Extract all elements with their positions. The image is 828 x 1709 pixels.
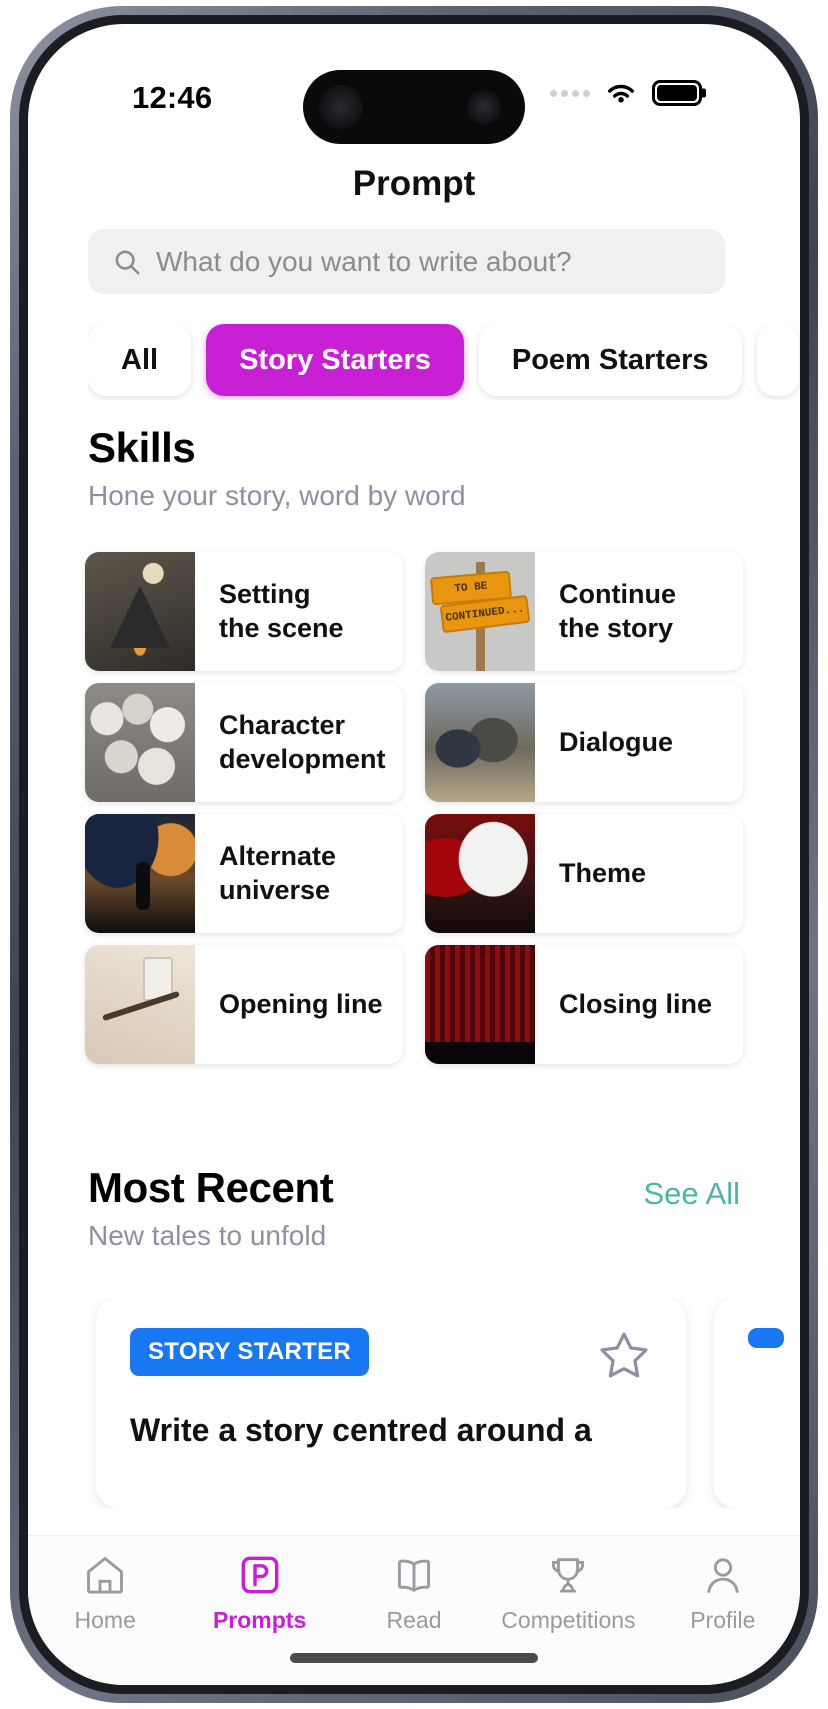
skill-card-alternate-universe[interactable]: Alternate universe bbox=[85, 814, 403, 933]
search-input[interactable]: What do you want to write about? bbox=[88, 229, 725, 294]
search-icon bbox=[115, 250, 140, 274]
filter-chip-all[interactable]: All bbox=[88, 324, 192, 396]
skill-card-closing-line[interactable]: Closing line bbox=[425, 945, 743, 1064]
skills-grid: Setting the scene TO BE CONTINUED... Cont… bbox=[28, 552, 800, 1064]
book-icon bbox=[398, 1559, 431, 1592]
front-camera-icon bbox=[319, 85, 363, 129]
status-indicators bbox=[550, 80, 702, 106]
prompt-text: Write a story centred around a bbox=[130, 1412, 592, 1448]
astronaut-space-thumb bbox=[85, 814, 195, 933]
tab-label: Home bbox=[74, 1607, 136, 1633]
skills-section-header: Skills Hone your story, word by word bbox=[28, 424, 800, 512]
status-badge: STORY STARTER bbox=[130, 1328, 370, 1376]
skill-card-opening-line[interactable]: Opening line bbox=[85, 945, 403, 1064]
skill-label: Closing line bbox=[559, 988, 713, 1019]
tab-home[interactable]: Home bbox=[28, 1552, 182, 1634]
phone-screen: 12:46 Prompt What do you want to write a… bbox=[28, 24, 800, 1685]
status-badge bbox=[748, 1328, 784, 1348]
home-indicator bbox=[290, 1653, 538, 1663]
skill-label: Setting the scene bbox=[219, 578, 344, 643]
face-id-sensor-icon bbox=[467, 90, 501, 124]
skill-label: Alternate universe bbox=[219, 840, 337, 905]
crowd-of-faces-thumb bbox=[85, 683, 195, 802]
skill-label: Continue the story bbox=[559, 578, 676, 643]
prompt-card[interactable]: STORY STARTER Write a story centred arou… bbox=[96, 1298, 686, 1508]
wifi-icon bbox=[608, 84, 634, 103]
tab-read[interactable]: Read bbox=[337, 1552, 491, 1634]
tab-competitions[interactable]: Competitions bbox=[491, 1552, 645, 1634]
prompt-card-top bbox=[748, 1328, 800, 1348]
tab-prompts[interactable]: Prompts bbox=[182, 1552, 336, 1634]
page-title: Prompt bbox=[352, 164, 476, 203]
see-all-link[interactable]: See All bbox=[643, 1176, 740, 1212]
content-fade bbox=[28, 1509, 800, 1535]
tab-label: Profile bbox=[690, 1607, 756, 1633]
dragon-battle-thumb bbox=[425, 814, 535, 933]
skills-title: Skills bbox=[88, 424, 196, 471]
tab-profile[interactable]: Profile bbox=[646, 1552, 800, 1634]
prompt-card-top: STORY STARTER bbox=[130, 1328, 652, 1384]
recent-title: Most Recent bbox=[88, 1164, 334, 1211]
filter-chip-story-starters[interactable]: Story Starters bbox=[206, 324, 464, 396]
search-placeholder: What do you want to write about? bbox=[156, 245, 572, 277]
skill-card-theme[interactable]: Theme bbox=[425, 814, 743, 933]
status-bar: 12:46 bbox=[28, 24, 800, 146]
two-people-talking-thumb bbox=[425, 683, 535, 802]
status-time: 12:46 bbox=[132, 80, 213, 115]
scroll-content[interactable]: Skills Hone your story, word by word Set… bbox=[28, 424, 800, 1685]
desk-notebook-thumb bbox=[85, 945, 195, 1064]
skill-card-character-development[interactable]: Character development bbox=[85, 683, 403, 802]
tab-label: Read bbox=[386, 1607, 442, 1633]
phone-frame: 12:46 Prompt What do you want to write a… bbox=[10, 6, 818, 1703]
filter-chip-next-partial[interactable] bbox=[756, 324, 799, 396]
prompts-p-icon bbox=[241, 1556, 279, 1594]
recent-prompts-carousel[interactable]: STORY STARTER Write a story centred arou… bbox=[28, 1298, 800, 1508]
skill-card-continue-the-story[interactable]: TO BE CONTINUED... Continue the story bbox=[425, 552, 743, 671]
skill-card-setting-the-scene[interactable]: Setting the scene bbox=[85, 552, 403, 671]
recent-subtitle: New tales to unfold bbox=[88, 1220, 327, 1251]
tab-label: Prompts bbox=[212, 1607, 307, 1633]
tab-label: Competitions bbox=[501, 1607, 636, 1633]
star-outline-icon[interactable] bbox=[596, 1328, 652, 1384]
to-be-continued-sign-thumb: TO BE CONTINUED... bbox=[425, 552, 535, 671]
filter-chips[interactable]: All Story Starters Poem Starters bbox=[88, 324, 800, 400]
red-curtain-thumb bbox=[425, 945, 535, 1064]
haunted-house-thumb bbox=[85, 552, 195, 671]
skill-label: Dialogue bbox=[559, 726, 674, 757]
skill-card-dialogue[interactable]: Dialogue bbox=[425, 683, 743, 802]
signal-dots-icon bbox=[550, 89, 590, 97]
person-icon bbox=[707, 1558, 739, 1593]
skill-label: Character development bbox=[219, 709, 386, 774]
battery-icon bbox=[652, 80, 702, 106]
phone-bezel: 12:46 Prompt What do you want to write a… bbox=[19, 15, 809, 1694]
skill-label: Theme bbox=[559, 857, 647, 888]
skill-label: Opening line bbox=[219, 988, 383, 1019]
prompt-card-partial[interactable] bbox=[714, 1298, 800, 1508]
skills-subtitle: Hone your story, word by word bbox=[88, 480, 466, 511]
trophy-icon bbox=[552, 1558, 585, 1593]
recent-section-header: Most Recent New tales to unfold See All bbox=[28, 1164, 800, 1252]
home-icon bbox=[87, 1557, 124, 1594]
filter-chip-poem-starters[interactable]: Poem Starters bbox=[478, 324, 742, 396]
dynamic-island bbox=[303, 70, 525, 144]
